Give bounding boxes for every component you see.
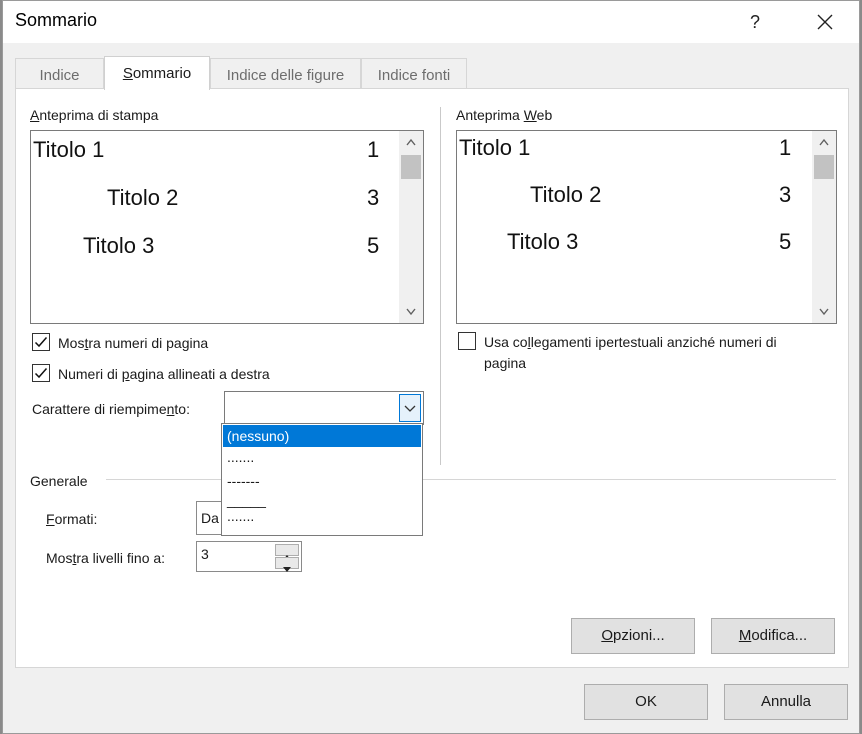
general-heading: Generale — [30, 473, 88, 489]
show-levels-input[interactable]: 3 — [196, 541, 302, 572]
print-preview-entry: Titolo 2 — [107, 185, 179, 210]
toc-dialog: Sommario ? Indice Sommario Indice delle … — [2, 0, 860, 734]
close-icon — [817, 14, 833, 30]
tab-leader-combobox[interactable] — [224, 391, 424, 425]
scroll-down-icon[interactable] — [812, 301, 836, 323]
print-preview-box[interactable]: Titolo 1 1 Titolo 2 3 Titolo 3 5 — [30, 130, 424, 324]
print-preview-entry: Titolo 1 — [33, 137, 105, 162]
levels-value: 3 — [201, 546, 209, 562]
dropdown-option-none[interactable]: (nessuno) — [223, 425, 421, 447]
spin-up-button[interactable] — [275, 544, 299, 560]
show-page-numbers-checkbox[interactable] — [32, 333, 50, 351]
vertical-separator — [440, 107, 441, 465]
tab-leader-dropdown-list: (nessuno) ....... ------- _____ ....... — [221, 423, 423, 536]
ok-button[interactable]: OK — [584, 684, 708, 720]
web-preview-page: 5 — [779, 229, 792, 254]
title-bar: Sommario ? — [3, 1, 859, 43]
dropdown-option-dashes[interactable]: ------- — [223, 470, 421, 492]
print-preview-entry: Titolo 3 — [83, 233, 155, 258]
dropdown-option-middots[interactable]: ....... — [223, 508, 421, 530]
tab-label: Indice delle figure — [226, 67, 345, 84]
use-hyperlinks-label[interactable]: Usa collegamenti ipertestuali anziché nu… — [484, 334, 777, 350]
scroll-up-icon[interactable] — [399, 131, 423, 153]
checkmark-icon — [34, 368, 48, 379]
dropdown-option-dots[interactable]: ....... — [223, 449, 421, 471]
general-separator — [106, 479, 836, 480]
show-levels-label: Mostra livelli fino a: — [46, 550, 166, 566]
formats-label: Formati: — [46, 511, 98, 527]
web-preview-page: 3 — [779, 182, 792, 207]
help-button[interactable]: ? — [737, 5, 773, 39]
scroll-thumb[interactable] — [401, 155, 421, 179]
triangle-down-icon — [283, 567, 291, 572]
tab-sommario[interactable]: Sommario — [104, 56, 210, 90]
right-align-page-numbers-label[interactable]: Numeri di pagina allineati a destra — [58, 366, 270, 382]
formats-value: Da — [201, 510, 219, 526]
web-preview-entry: Titolo 3 — [507, 229, 579, 254]
right-align-page-numbers-checkbox[interactable] — [32, 364, 50, 382]
print-preview-page: 5 — [367, 233, 380, 258]
tab-label: Sommario — [122, 65, 192, 82]
close-button[interactable] — [807, 5, 843, 39]
show-page-numbers-label[interactable]: Mostra numeri di pagina — [58, 335, 208, 351]
modify-button[interactable]: Modifica... — [711, 618, 835, 654]
print-preview-page: 1 — [367, 137, 380, 162]
print-preview-label: Anteprima di stampa — [30, 107, 159, 123]
web-preview-entry: Titolo 1 — [459, 135, 531, 160]
scroll-thumb[interactable] — [814, 155, 834, 179]
tab-leader-label: Carattere di riempimento: — [32, 401, 190, 417]
print-preview-page: 3 — [367, 185, 380, 210]
web-preview-box[interactable]: Titolo 1 1 Titolo 2 3 Titolo 3 5 — [456, 130, 837, 324]
chevron-down-icon — [404, 405, 416, 412]
checkmark-icon — [34, 337, 48, 348]
tab-indice[interactable]: Indice — [15, 58, 104, 88]
tab-indice-delle-figure[interactable]: Indice delle figure — [210, 58, 361, 88]
tab-panel: Anteprima di stampa Titolo 1 1 Titolo 2 … — [15, 88, 849, 668]
web-preview-entry: Titolo 2 — [530, 182, 602, 207]
print-preview-scrollbar[interactable] — [399, 131, 423, 323]
scroll-up-icon[interactable] — [812, 131, 836, 153]
cancel-button[interactable]: Annulla — [724, 684, 848, 720]
scroll-down-icon[interactable] — [399, 301, 423, 323]
tab-label: Indice — [39, 67, 80, 84]
spin-down-button[interactable] — [275, 557, 299, 572]
dropdown-button[interactable] — [399, 394, 421, 422]
use-hyperlinks-label-line2: pagina — [484, 355, 527, 371]
tab-label: Indice fonti — [377, 67, 451, 84]
tab-indice-fonti[interactable]: Indice fonti — [361, 58, 467, 88]
use-hyperlinks-checkbox[interactable] — [458, 332, 476, 350]
web-preview-page: 1 — [779, 135, 792, 160]
options-button[interactable]: Opzioni... — [571, 618, 695, 654]
web-preview-label: Anteprima Web — [456, 107, 553, 123]
dialog-title: Sommario — [15, 10, 98, 30]
web-preview-scrollbar[interactable] — [812, 131, 836, 323]
